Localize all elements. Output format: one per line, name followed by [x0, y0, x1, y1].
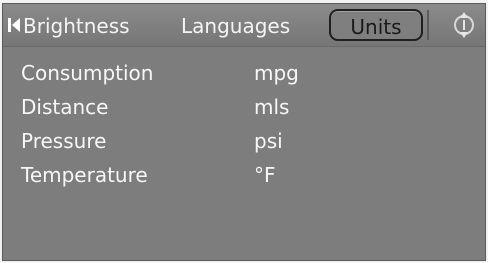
units-row-distance[interactable]: Distance mls — [21, 92, 461, 126]
setting-value: psi — [254, 129, 283, 153]
setting-label: Consumption — [21, 61, 154, 85]
setting-label: Pressure — [21, 129, 107, 153]
setting-value: mls — [254, 95, 290, 119]
tab-brightness[interactable]: Brightness — [23, 11, 130, 41]
units-row-temperature[interactable]: Temperature °F — [21, 160, 461, 194]
tab-units[interactable]: Units — [329, 9, 423, 41]
tab-languages[interactable]: Languages — [181, 11, 290, 41]
setting-value: °F — [254, 163, 276, 187]
setting-label: Distance — [21, 95, 109, 119]
setting-value: mpg — [254, 61, 299, 85]
units-list: Consumption mpg Distance mls Pressure ps… — [21, 58, 461, 194]
tab-bar: Brightness Languages Units — [3, 4, 485, 47]
units-row-consumption[interactable]: Consumption mpg — [21, 58, 461, 92]
display-screen: Brightness Languages Units Consumption m… — [2, 3, 486, 261]
units-row-pressure[interactable]: Pressure psi — [21, 126, 461, 160]
scroll-left-icon[interactable] — [7, 15, 21, 35]
setting-label: Temperature — [21, 163, 148, 187]
up-down-scroll-icon[interactable] — [449, 10, 479, 40]
tab-divider — [427, 10, 429, 40]
